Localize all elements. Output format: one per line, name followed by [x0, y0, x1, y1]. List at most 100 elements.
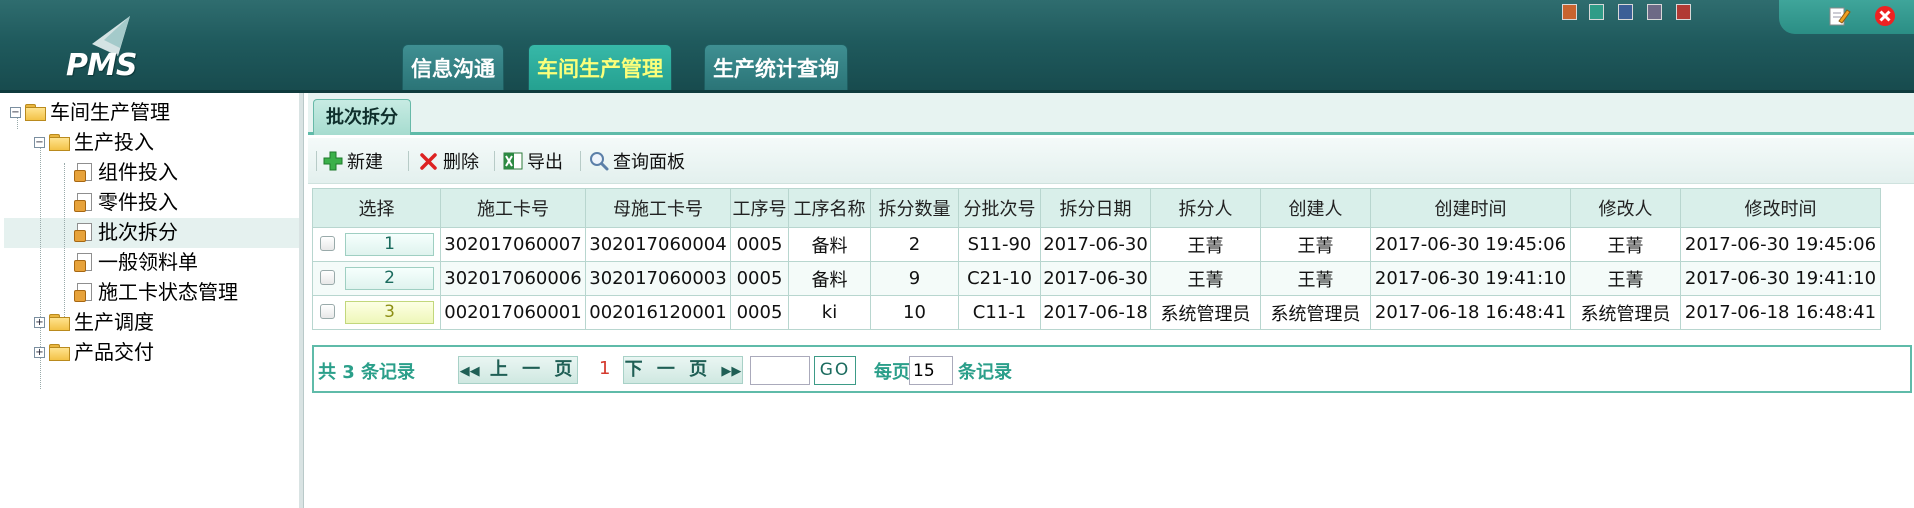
tree-group-delivery[interactable]: + 产品交付 [34, 337, 154, 367]
table-cell: 王菁 [1260, 227, 1371, 262]
pms-logo: PMS [60, 14, 150, 84]
next-page-label: 下 一 页 [624, 359, 712, 380]
toolbar-separator [494, 151, 495, 171]
table-cell: 王菁 [1570, 261, 1681, 296]
collapse-icon[interactable]: − [10, 106, 21, 118]
table-cell: 系统管理员 [1570, 295, 1681, 330]
column-header[interactable]: 修改时间 [1680, 188, 1881, 228]
next-page-button[interactable]: 下 一 页 ▶▶ [623, 356, 743, 384]
column-header[interactable]: 拆分人 [1150, 188, 1261, 228]
table-row[interactable]: 3 002017060001 002016120001 0005 ki 10 C… [312, 295, 1881, 330]
row-number-button[interactable]: 3 [345, 301, 434, 324]
column-header[interactable]: 工序号 [730, 188, 789, 228]
page-icon [74, 222, 94, 242]
table-cell: 302017060004 [585, 227, 731, 262]
collapse-icon[interactable]: − [34, 136, 45, 148]
table-cell: C21-10 [958, 261, 1041, 296]
table-cell: 302017060006 [440, 261, 586, 296]
tree-line [64, 163, 65, 323]
folder-open-icon [49, 134, 70, 151]
per-page-prefix: 每页 [874, 362, 910, 383]
app-header: PMS 信息沟通 车间生产管理 生产统计查询 [0, 0, 1914, 93]
table-row[interactable]: 1 302017060007 302017060004 0005 备料 2 S1… [312, 227, 1881, 262]
nav-tab-workshop[interactable]: 车间生产管理 [528, 44, 672, 92]
table-cell: 2017-06-30 19:41:10 [1680, 261, 1881, 296]
page-icon [74, 282, 94, 302]
toolbar: 新建 删除 导出 查询面板 [308, 138, 1914, 184]
column-header[interactable]: 拆分数量 [870, 188, 959, 228]
header-corner-panel [1779, 0, 1914, 34]
table-row[interactable]: 2 302017060006 302017060003 0005 备料 9 C2… [312, 261, 1881, 296]
row-number-button[interactable]: 2 [345, 267, 434, 290]
column-header[interactable]: 母施工卡号 [585, 188, 731, 228]
export-button[interactable]: 导出 [502, 148, 563, 174]
sidebar-splitter[interactable] [299, 93, 303, 508]
jump-page-input[interactable] [750, 356, 810, 385]
page-icon [74, 252, 94, 272]
theme-swatch-orange[interactable] [1562, 4, 1577, 20]
table-cell: 2017-06-18 16:48:41 [1370, 295, 1571, 330]
tree-root[interactable]: − 车间生产管理 [10, 97, 170, 127]
row-checkbox[interactable] [320, 304, 335, 319]
table-cell: 2017-06-30 19:45:06 [1680, 227, 1881, 262]
theme-swatch-red[interactable] [1676, 4, 1691, 20]
column-header[interactable]: 工序名称 [788, 188, 871, 228]
nav-tab-info[interactable]: 信息沟通 [402, 44, 504, 92]
go-button[interactable]: GO [814, 356, 856, 385]
tree-item-label: 组件投入 [98, 160, 178, 184]
new-button-label: 新建 [347, 152, 383, 173]
table-header-row: 选择 施工卡号 母施工卡号 工序号 工序名称 拆分数量 分批次号 拆分日期 拆分… [312, 188, 1881, 228]
table-cell: 2 [870, 227, 959, 262]
close-icon[interactable] [1873, 4, 1897, 28]
nav-tab-statistics[interactable]: 生产统计查询 [704, 44, 848, 92]
prev-page-button[interactable]: ◀◀ 上 一 页 [458, 356, 578, 384]
tree-item-component-input[interactable]: 组件投入 [74, 157, 178, 187]
tree-item-label: 施工卡状态管理 [98, 280, 238, 304]
toolbar-separator [580, 151, 581, 171]
theme-swatch-blue[interactable] [1618, 4, 1633, 20]
tree-item-card-status[interactable]: 施工卡状态管理 [74, 277, 238, 307]
column-header[interactable]: 选择 [312, 188, 441, 228]
row-checkbox[interactable] [320, 270, 335, 285]
delete-button[interactable]: 删除 [418, 148, 479, 174]
select-cell: 1 [312, 227, 441, 262]
tab-batch-split[interactable]: 批次拆分 [313, 99, 411, 135]
column-header[interactable]: 创建时间 [1370, 188, 1571, 228]
column-header[interactable]: 修改人 [1570, 188, 1681, 228]
per-page-input[interactable] [909, 356, 953, 385]
table-cell: 2017-06-18 [1040, 295, 1151, 330]
sidebar-tree: − 车间生产管理 − 生产投入 组件投入 零件投入 批次拆分 一般领料单 施工卡… [0, 93, 304, 508]
column-header[interactable]: 创建人 [1260, 188, 1371, 228]
table-cell: 9 [870, 261, 959, 296]
column-header[interactable]: 拆分日期 [1040, 188, 1151, 228]
expand-icon[interactable]: + [34, 346, 45, 358]
column-header[interactable]: 分批次号 [958, 188, 1041, 228]
toolbar-separator [408, 151, 409, 171]
folder-icon [49, 344, 70, 361]
table-cell: 2017-06-30 [1040, 227, 1151, 262]
theme-swatch-gray[interactable] [1647, 4, 1662, 20]
query-panel-button[interactable]: 查询面板 [588, 148, 685, 174]
export-button-label: 导出 [527, 152, 563, 173]
tree-group-label: 生产投入 [74, 130, 154, 154]
expand-icon[interactable]: + [34, 316, 45, 328]
edit-icon[interactable] [1827, 4, 1851, 28]
tree-group-scheduling[interactable]: + 生产调度 [34, 307, 154, 337]
folder-open-icon [25, 104, 46, 121]
theme-swatch-teal[interactable] [1589, 4, 1604, 20]
tree-group-production-input[interactable]: − 生产投入 [34, 127, 154, 157]
tree-item-material-requisition[interactable]: 一般领料单 [74, 247, 198, 277]
new-button[interactable]: 新建 [322, 148, 383, 174]
row-checkbox[interactable] [320, 236, 335, 251]
add-icon [323, 151, 343, 171]
tree-group-label: 生产调度 [74, 310, 154, 334]
row-number-button[interactable]: 1 [345, 233, 434, 256]
page-tabstrip: 批次拆分 [308, 93, 1914, 135]
prev-page-label: 上 一 页 [489, 359, 577, 380]
tree-root-label: 车间生产管理 [50, 100, 170, 124]
tree-item-part-input[interactable]: 零件投入 [74, 187, 178, 217]
table-cell: 2017-06-18 16:48:41 [1680, 295, 1881, 330]
tree-item-batch-split[interactable]: 批次拆分 [74, 217, 178, 247]
column-header[interactable]: 施工卡号 [440, 188, 586, 228]
table-cell: 2017-06-30 19:45:06 [1370, 227, 1571, 262]
